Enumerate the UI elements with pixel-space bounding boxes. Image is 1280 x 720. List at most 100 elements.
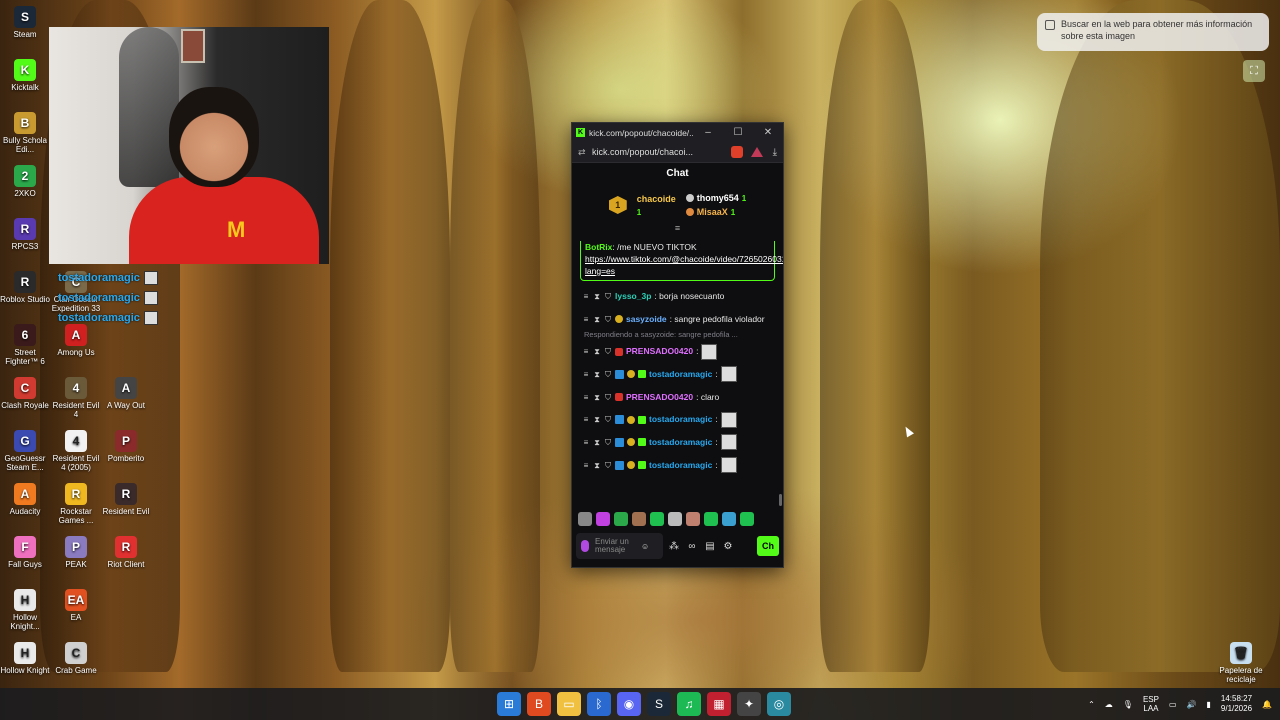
- desktop-icon[interactable]: A Among Us: [51, 324, 101, 357]
- chat-username[interactable]: tostadoramagic: [649, 414, 712, 425]
- menu-icon[interactable]: ≡: [582, 460, 590, 471]
- desktop-icon[interactable]: S Steam: [0, 6, 50, 39]
- share-icon[interactable]: ⁂: [667, 541, 681, 552]
- desktop-icon[interactable]: C Clash Royale: [0, 377, 50, 410]
- desktop-icon[interactable]: 2 2XKO: [0, 165, 50, 198]
- settings-icon[interactable]: ⚙: [721, 541, 735, 552]
- discord-icon[interactable]: ◉: [617, 692, 641, 716]
- minimize-button[interactable]: –: [693, 127, 723, 138]
- mod-shield-icon[interactable]: ⛉: [604, 437, 612, 448]
- desktop-icon[interactable]: H Hollow Knight: [0, 642, 50, 675]
- collapse-handle[interactable]: ≡: [572, 224, 783, 233]
- desktop-icon[interactable]: C Crab Game: [51, 642, 101, 675]
- lens-button[interactable]: ⛶: [1243, 60, 1265, 82]
- pinned-link[interactable]: https://www.tiktok.com/@chacoide/video/7…: [585, 254, 783, 276]
- app-icon[interactable]: ◎: [767, 692, 791, 716]
- menu-icon[interactable]: ≡: [582, 291, 590, 302]
- brave-icon[interactable]: B: [527, 692, 551, 716]
- pinned-user[interactable]: BotRix: [585, 242, 612, 252]
- cloud-icon[interactable]: ☁: [1105, 700, 1113, 709]
- chat-input[interactable]: Enviar un mensaje ☺: [576, 533, 663, 559]
- close-button[interactable]: ✕: [753, 127, 783, 138]
- mod-shield-icon[interactable]: ⛉: [604, 392, 612, 403]
- emote[interactable]: [632, 512, 646, 526]
- desktop-icon[interactable]: R Roblox Studio: [0, 271, 50, 304]
- spotify-icon[interactable]: ♫: [677, 692, 701, 716]
- notifications-icon[interactable]: 🔔: [1262, 700, 1272, 709]
- menu-icon[interactable]: ≡: [582, 437, 590, 448]
- chat-username[interactable]: tostadoramagic: [649, 369, 712, 380]
- timeout-icon[interactable]: ⧗: [593, 314, 601, 325]
- timeout-icon[interactable]: ⧗: [593, 392, 601, 403]
- timeout-icon[interactable]: ⧗: [593, 437, 601, 448]
- volume-icon[interactable]: 🔊: [1187, 700, 1197, 709]
- mod-shield-icon[interactable]: ⛉: [604, 369, 612, 380]
- emote[interactable]: [740, 512, 754, 526]
- tray-expand-icon[interactable]: ⌃: [1088, 700, 1095, 709]
- desktop-icon[interactable]: 4 Resident Evil 4: [51, 377, 101, 419]
- mod-shield-icon[interactable]: ⛉: [604, 291, 612, 302]
- desktop-icon[interactable]: R RPCS3: [0, 218, 50, 251]
- timeout-icon[interactable]: ⧗: [593, 414, 601, 425]
- file-explorer-icon[interactable]: ▭: [557, 692, 581, 716]
- menu-icon[interactable]: ≡: [582, 314, 590, 325]
- menu-icon[interactable]: ≡: [582, 369, 590, 380]
- emote[interactable]: [596, 512, 610, 526]
- chat-username[interactable]: sasyzoide: [626, 314, 667, 325]
- address-bar[interactable]: ⇄ kick.com/popout/chacoi... ⤓: [572, 142, 783, 163]
- desktop-icon[interactable]: F Fall Guys: [0, 536, 50, 569]
- chat-username[interactable]: tostadoramagic: [649, 460, 712, 471]
- store-icon[interactable]: ▤: [703, 541, 717, 552]
- menu-icon[interactable]: ≡: [582, 346, 590, 357]
- timeout-icon[interactable]: ⧗: [593, 460, 601, 471]
- leader-top-name[interactable]: chacoide: [637, 194, 676, 204]
- clock[interactable]: 14:58:27 9/1/2026: [1221, 694, 1252, 714]
- bluetooth-icon[interactable]: ᛒ: [587, 692, 611, 716]
- leader-third-name[interactable]: MisaaX: [697, 207, 728, 217]
- timeout-icon[interactable]: ⧗: [593, 369, 601, 380]
- desktop-icon[interactable]: P Pomberito: [101, 430, 151, 463]
- menu-icon[interactable]: ≡: [582, 392, 590, 403]
- desktop-icon[interactable]: 🗑 Papelera de reciclaje: [1216, 642, 1266, 684]
- language-indicator[interactable]: ESP LAA: [1143, 695, 1159, 713]
- network-icon[interactable]: ▭: [1169, 700, 1177, 709]
- chat-username[interactable]: PRENSADO0420: [626, 346, 693, 357]
- emote[interactable]: [686, 512, 700, 526]
- lens-search-popup[interactable]: Buscar en la web para obtener más inform…: [1037, 13, 1269, 51]
- desktop-icon[interactable]: A A Way Out: [101, 377, 151, 410]
- chat-username[interactable]: PRENSADO0420: [626, 392, 693, 403]
- emote[interactable]: [578, 512, 592, 526]
- desktop-icon[interactable]: R Riot Client: [101, 536, 151, 569]
- maximize-button[interactable]: ☐: [723, 127, 753, 138]
- start-icon[interactable]: ⊞: [497, 692, 521, 716]
- desktop-icon[interactable]: EA EA: [51, 589, 101, 622]
- mic-icon[interactable]: [581, 540, 589, 552]
- mic-tray-icon[interactable]: 🎙: [1123, 700, 1133, 709]
- emote[interactable]: [650, 512, 664, 526]
- rewards-icon[interactable]: [750, 147, 763, 157]
- battery-icon[interactable]: ▮: [1206, 700, 1210, 709]
- mod-shield-icon[interactable]: ⛉: [604, 346, 612, 357]
- leader-second-name[interactable]: thomy654: [697, 193, 739, 203]
- desktop-icon[interactable]: A Audacity: [0, 483, 50, 516]
- app-icon[interactable]: ✦: [737, 692, 761, 716]
- emote[interactable]: [704, 512, 718, 526]
- desktop-icon[interactable]: R Resident Evil: [101, 483, 151, 516]
- emote[interactable]: [722, 512, 736, 526]
- menu-icon[interactable]: ≡: [582, 414, 590, 425]
- desktop-icon[interactable]: P PEAK: [51, 536, 101, 569]
- link-icon[interactable]: ∞: [685, 541, 699, 552]
- app-icon[interactable]: ▦: [707, 692, 731, 716]
- site-settings-icon[interactable]: ⇄: [578, 147, 592, 158]
- emote[interactable]: [614, 512, 628, 526]
- chat-username[interactable]: lysso_3p: [615, 291, 651, 302]
- send-button[interactable]: Ch: [757, 536, 779, 556]
- timeout-icon[interactable]: ⧗: [593, 346, 601, 357]
- emoji-icon[interactable]: ☺: [641, 542, 649, 551]
- steam-icon[interactable]: S: [647, 692, 671, 716]
- url-text[interactable]: kick.com/popout/chacoi...: [592, 147, 731, 157]
- brave-shield-icon[interactable]: [730, 146, 743, 158]
- mod-shield-icon[interactable]: ⛉: [604, 460, 612, 471]
- mod-shield-icon[interactable]: ⛉: [604, 314, 612, 325]
- desktop-icon[interactable]: K Kicktalk: [0, 59, 50, 92]
